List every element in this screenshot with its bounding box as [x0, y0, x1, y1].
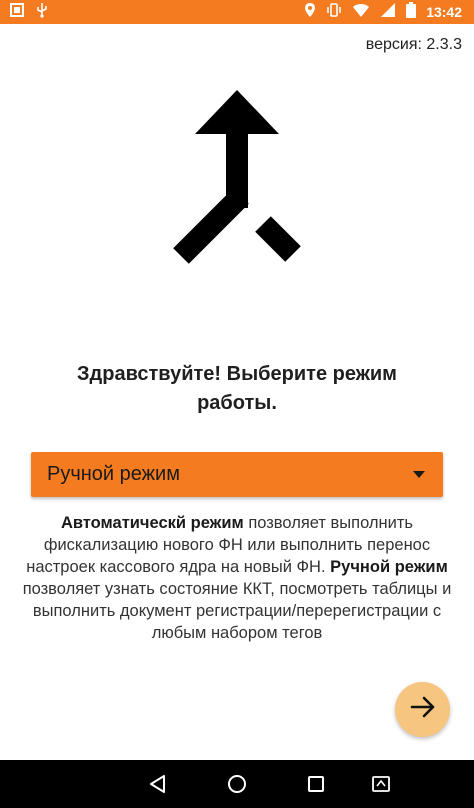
manual-mode-title: Ручной режим	[330, 558, 448, 576]
status-time: 13:42	[426, 4, 462, 20]
location-icon	[304, 2, 316, 23]
wifi-icon	[352, 2, 370, 23]
mode-description: Автоматическй режим позволяет выполнить …	[20, 512, 454, 644]
greeting-title: Здравствуйте! Выберите режим работы.	[77, 363, 397, 414]
mode-select-value: Ручной режим	[47, 463, 180, 485]
arrow-right-icon	[410, 696, 436, 723]
mode-select-dropdown[interactable]: Ручной режим	[31, 452, 443, 497]
merge-arrow-icon	[163, 88, 311, 268]
auto-mode-title: Автоматическй режим	[60, 514, 244, 532]
signal-icon	[380, 2, 396, 23]
battery-icon	[406, 1, 417, 23]
chevron-down-icon	[413, 471, 425, 478]
version-label: версия: 2.3.3	[365, 36, 462, 53]
screen-rotate-icon[interactable]	[367, 770, 395, 798]
home-icon[interactable]	[223, 770, 251, 798]
manual-mode-text: позволяет узнать состояние ККТ, посмотре…	[22, 580, 452, 642]
next-button[interactable]	[395, 682, 450, 737]
usb-icon	[36, 2, 48, 23]
recents-icon[interactable]	[302, 770, 330, 798]
status-bar: 13:42	[0, 0, 474, 24]
navigation-bar	[0, 760, 474, 808]
vibrate-icon	[326, 2, 342, 23]
screenshot-icon	[10, 2, 24, 22]
back-icon[interactable]	[144, 770, 172, 798]
